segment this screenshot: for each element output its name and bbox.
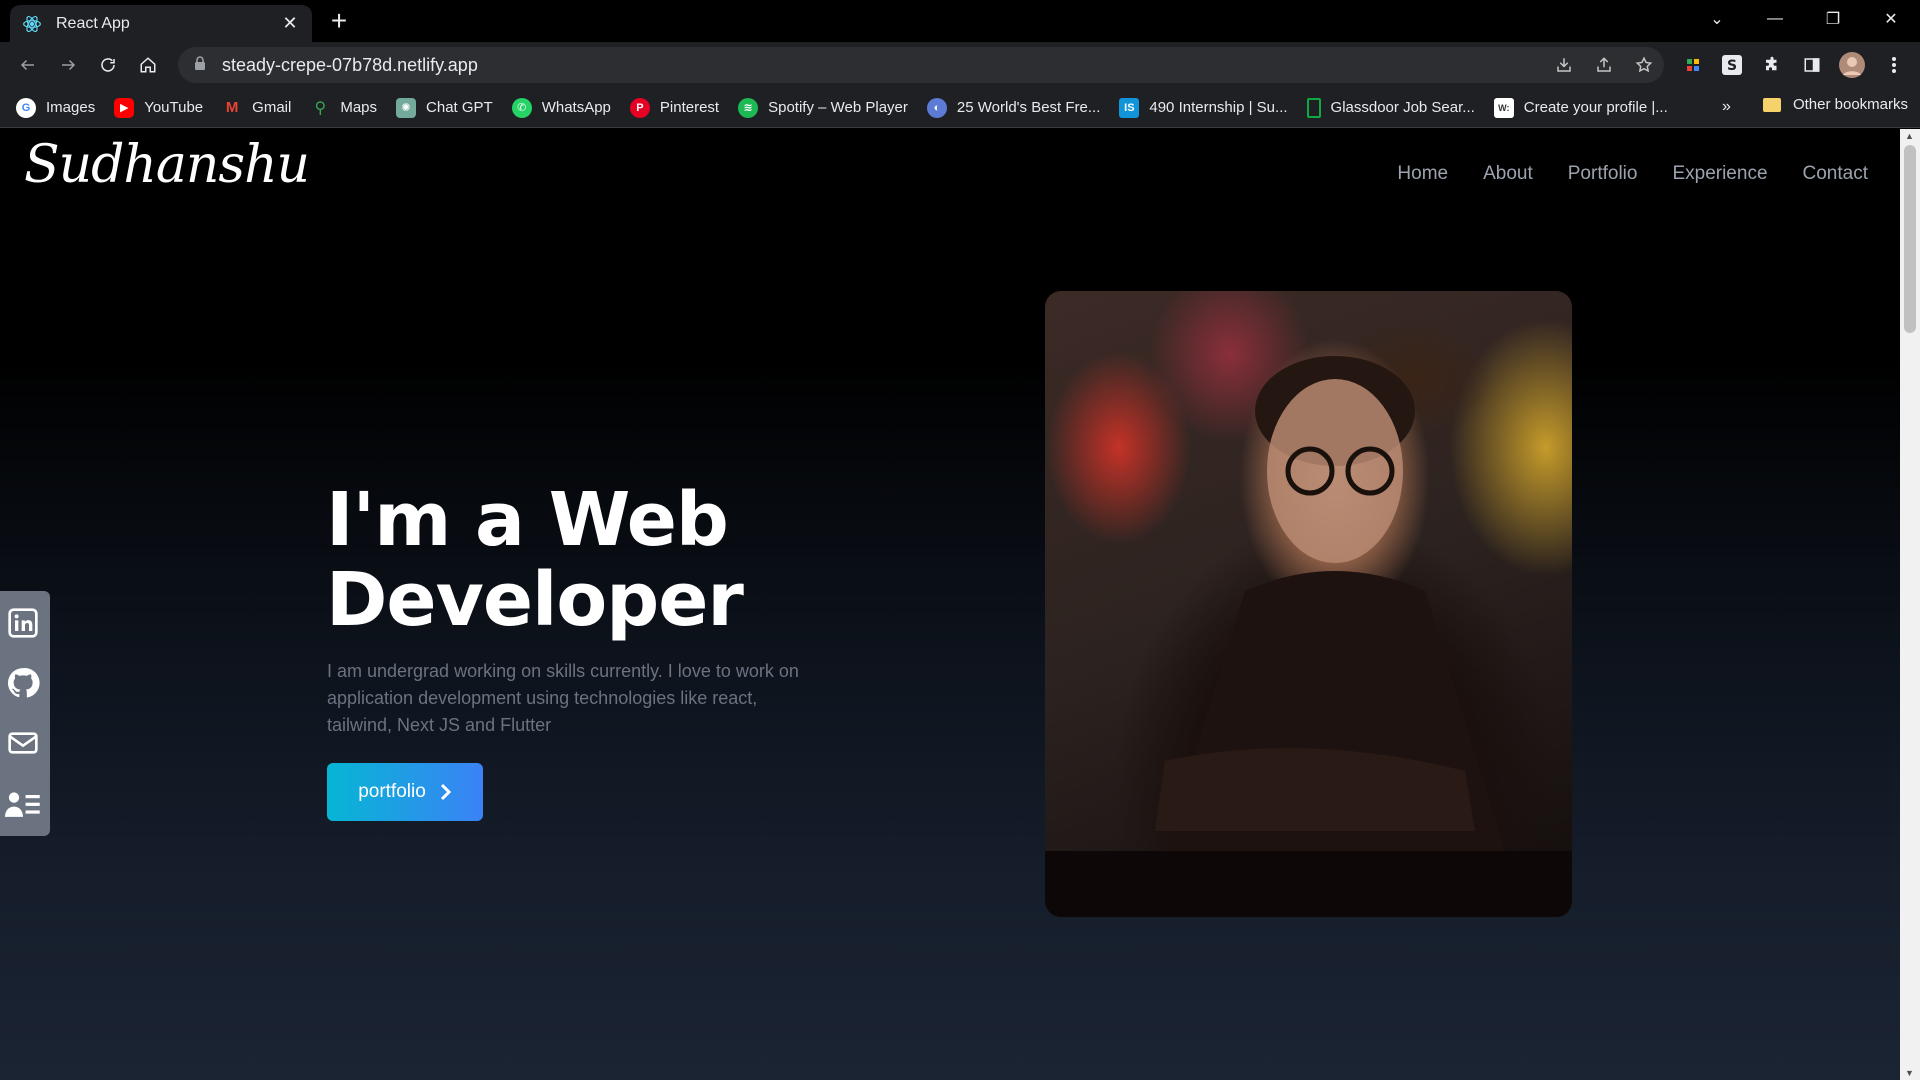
google-icon: G <box>16 97 36 118</box>
bookmark-whatsapp[interactable]: ✆ WhatsApp <box>511 97 611 118</box>
hero-description: I am undergrad working on skills current… <box>327 661 799 735</box>
bookmark-star-icon[interactable] <box>1624 47 1664 83</box>
window-controls: ⌄ — ❐ ✕ <box>1688 0 1920 38</box>
bookmarks-bar: G Images ▶ YouTube M Gmail ⚲ Maps ✺ Chat GPT … <box>0 88 1920 128</box>
gmail-icon: M <box>225 99 239 116</box>
tab-strip: React App ✕ + ⌄ — ❐ ✕ <box>0 0 1920 42</box>
site-logo[interactable]: Sudhanshu <box>24 135 310 195</box>
lock-icon <box>194 55 212 75</box>
bookmark-images[interactable]: G Images <box>16 97 95 118</box>
minimize-button[interactable]: — <box>1746 0 1804 38</box>
nav-home[interactable]: Home <box>1397 163 1448 185</box>
scroll-up-icon[interactable]: ▲ <box>1905 131 1914 141</box>
nav-experience[interactable]: Experience <box>1672 163 1767 185</box>
avatar[interactable] <box>1838 51 1866 79</box>
reload-icon[interactable] <box>94 51 122 79</box>
youtube-icon: ▶ <box>114 97 135 118</box>
bookmark-internship[interactable]: IS 490 Internship | Su... <box>1119 97 1288 118</box>
nav-portfolio[interactable]: Portfolio <box>1568 163 1638 185</box>
browser-tab[interactable]: React App ✕ <box>10 5 312 42</box>
hero-title-line1: I'm a Web <box>326 477 729 563</box>
scroll-down-icon[interactable]: ▼ <box>1905 1068 1914 1078</box>
profile-photo <box>1045 291 1572 917</box>
install-icon[interactable] <box>1544 47 1584 83</box>
bookmark-worlds-best[interactable]: ◐ 25 World's Best Fre... <box>926 97 1100 118</box>
profile-icon: W: <box>1493 97 1514 118</box>
internshala-icon: IS <box>1119 97 1140 118</box>
restore-button[interactable]: ❐ <box>1804 0 1862 38</box>
react-icon <box>22 14 42 34</box>
pinterest-icon: P <box>629 97 650 118</box>
bookmarks-overflow-icon[interactable]: » <box>1722 98 1731 116</box>
mail-icon[interactable] <box>5 725 41 761</box>
chevron-right-icon <box>440 783 451 801</box>
other-bookmarks[interactable]: Other bookmarks <box>1762 96 1908 113</box>
github-icon[interactable] <box>5 665 41 701</box>
svg-text:S: S <box>1727 58 1737 74</box>
folder-icon <box>1762 97 1781 112</box>
bookmark-gmail[interactable]: M Gmail <box>222 98 291 118</box>
home-icon[interactable] <box>134 51 162 79</box>
browser-toolbar: steady-crepe-07b78d.netlify.app S <box>0 42 1920 88</box>
maps-icon: ⚲ <box>314 99 327 117</box>
bookmark-spotify[interactable]: ≋ Spotify – Web Player <box>738 97 908 118</box>
extension-icon[interactable] <box>1679 51 1707 79</box>
bookmark-create-profile[interactable]: W: Create your profile |... <box>1493 97 1668 118</box>
glassdoor-icon <box>1306 97 1321 118</box>
scrollbar-thumb[interactable] <box>1904 145 1916 333</box>
url-text: steady-crepe-07b78d.netlify.app <box>222 54 478 75</box>
whatsapp-icon: ✆ <box>511 97 532 118</box>
window-close-button[interactable]: ✕ <box>1862 0 1920 38</box>
tab-title: React App <box>56 14 130 32</box>
s-extension-icon[interactable]: S <box>1718 51 1746 79</box>
puzzle-icon[interactable] <box>1758 51 1786 79</box>
hero-title: I'm a Web Developer <box>326 480 926 640</box>
nav-contact[interactable]: Contact <box>1803 163 1868 185</box>
linkedin-icon[interactable] <box>5 605 41 641</box>
bookmark-glassdoor[interactable]: Glassdoor Job Sear... <box>1306 97 1475 118</box>
resume-icon[interactable] <box>5 786 41 822</box>
hero-title-line2: Developer <box>326 557 744 643</box>
bookmark-maps[interactable]: ⚲ Maps <box>310 98 377 118</box>
page-scrollbar[interactable]: ▲ ▼ <box>1900 129 1920 1080</box>
bookmark-chatgpt[interactable]: ✺ Chat GPT <box>396 97 493 118</box>
portfolio-button[interactable]: portfolio <box>327 763 483 821</box>
social-sidebar <box>0 591 50 836</box>
tab-search-icon[interactable]: ⌄ <box>1688 0 1746 38</box>
share-icon[interactable] <box>1584 47 1624 83</box>
page-content: Sudhanshu Home About Portfolio Experienc… <box>0 129 1900 1080</box>
menu-icon[interactable] <box>1880 51 1908 79</box>
side-panel-icon[interactable] <box>1798 51 1826 79</box>
back-icon[interactable] <box>14 51 42 79</box>
chatgpt-icon: ✺ <box>396 97 417 118</box>
bookmark-pinterest[interactable]: P Pinterest <box>629 97 719 118</box>
site-nav: Home About Portfolio Experience Contact <box>1397 163 1868 185</box>
new-tab-button[interactable]: + <box>325 7 353 36</box>
portfolio-button-label: portfolio <box>358 781 426 802</box>
bookmark-youtube[interactable]: ▶ YouTube <box>114 97 203 118</box>
globe-icon: ◐ <box>926 97 947 118</box>
spotify-icon: ≋ <box>738 97 759 118</box>
nav-about[interactable]: About <box>1483 163 1533 185</box>
close-icon[interactable]: ✕ <box>280 13 300 34</box>
address-bar[interactable]: steady-crepe-07b78d.netlify.app <box>178 47 1664 83</box>
forward-icon[interactable] <box>54 51 82 79</box>
